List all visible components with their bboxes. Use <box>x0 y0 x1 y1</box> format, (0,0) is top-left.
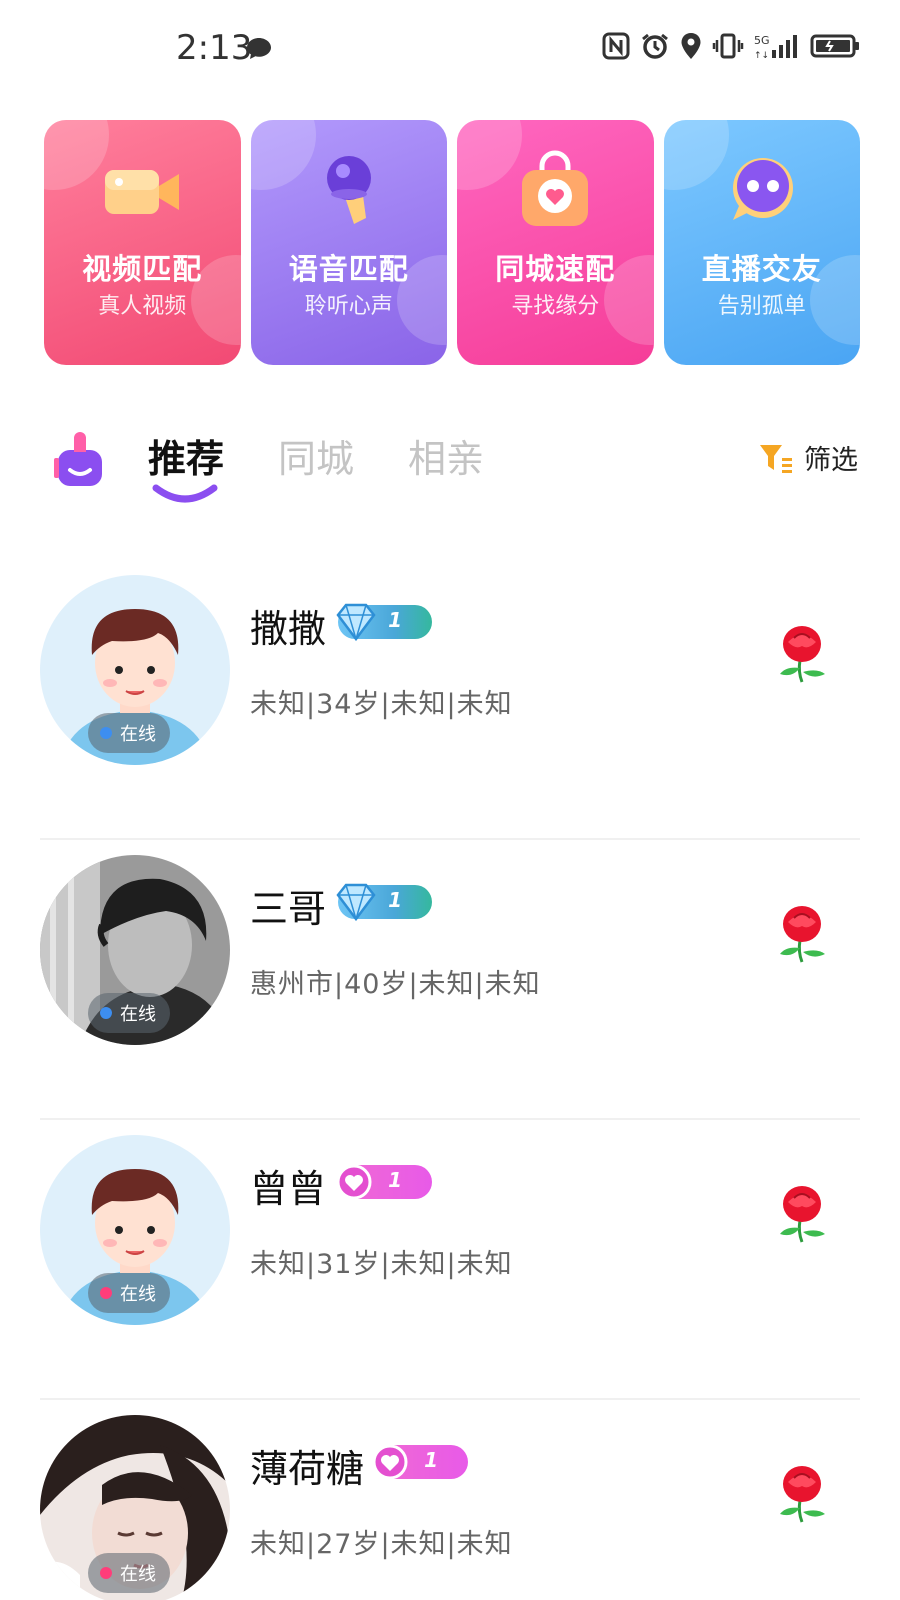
battery-icon <box>810 32 860 60</box>
user-info: 未知|34岁|未知|未知 <box>250 689 513 720</box>
video-match-card[interactable]: 视频匹配 真人视频 <box>44 120 241 365</box>
online-label: 在线 <box>120 1284 156 1305</box>
thumbs-up-logo-icon <box>54 432 102 486</box>
tab-recommend[interactable]: 推荐 <box>148 428 224 483</box>
heart-gem-icon <box>336 1164 372 1200</box>
message-icon <box>246 36 272 64</box>
5g-signal-icon: 5G ↑↓ <box>754 32 800 60</box>
rose-icon[interactable] <box>770 1180 834 1244</box>
online-label: 在线 <box>120 724 156 745</box>
live-friend-card[interactable]: 直播交友 告别孤单 <box>663 120 860 365</box>
card-subtitle: 告别孤单 <box>717 294 806 319</box>
card-title: 同城速配 <box>495 252 616 286</box>
chat-bubble-icon <box>732 158 793 220</box>
diamond-icon <box>336 883 376 922</box>
online-dot <box>100 1007 112 1019</box>
status-bar: 2:13 5G ↑↓ <box>0 0 900 100</box>
vip-badge: 1 <box>336 1164 432 1200</box>
vibrate-icon <box>712 32 744 60</box>
online-status: 在线 <box>88 1553 170 1593</box>
svg-text:5G: 5G <box>754 34 770 47</box>
user-name: 曾曾 <box>250 1167 327 1211</box>
avatar[interactable]: 在线 <box>40 855 230 1045</box>
online-dot <box>100 1287 112 1299</box>
video-camera-icon <box>105 170 180 214</box>
heart-bag-icon <box>522 150 589 226</box>
nfc-icon <box>602 32 630 60</box>
rose-icon[interactable] <box>770 620 834 684</box>
online-label: 在线 <box>120 1564 156 1585</box>
vip-badge: 1 <box>336 883 432 922</box>
active-tab-indicator <box>152 484 218 503</box>
user-row[interactable]: 在线 曾曾 1 未知|31岁|未知|未知 <box>0 1120 900 1400</box>
svg-text:↑↓: ↑↓ <box>754 51 769 60</box>
user-name: 三哥 <box>250 887 327 931</box>
feature-cards: 视频匹配 真人视频 语音匹配 聆听心声 同城速配 寻找缘分 直播交友 告别孤单 <box>44 120 860 365</box>
card-title: 语音匹配 <box>288 252 409 286</box>
status-icons: 5G ↑↓ <box>602 32 860 60</box>
tab-bar: 推荐 同城 相亲 筛选 <box>0 420 900 520</box>
status-time: 2:13 <box>176 28 253 68</box>
user-row[interactable]: 在线 薄荷糖 1 未知|27岁|未知|未知 <box>0 1400 900 1600</box>
user-info: 惠州市|40岁|未知|未知 <box>250 969 541 1000</box>
city-match-card[interactable]: 同城速配 寻找缘分 <box>457 120 654 365</box>
online-dot <box>100 727 112 739</box>
filter-label: 筛选 <box>804 445 858 476</box>
card-subtitle: 真人视频 <box>98 294 187 319</box>
card-subtitle: 聆听心声 <box>304 294 393 319</box>
rose-icon[interactable] <box>770 1460 834 1524</box>
vip-level: 1 <box>424 1448 438 1472</box>
user-name: 薄荷糖 <box>250 1447 365 1491</box>
vip-badge: 1 <box>372 1444 468 1480</box>
user-list: 在线 撒撒 1 未知|34岁|未知|未知 在线 三哥 1 惠州市|40岁|未知|… <box>0 560 900 1600</box>
heart-gem-icon <box>372 1444 408 1480</box>
vip-level: 1 <box>388 1168 402 1192</box>
tab-same-city[interactable]: 同城 <box>278 428 354 483</box>
card-subtitle: 寻找缘分 <box>511 294 600 319</box>
filter-icon <box>760 444 792 473</box>
card-title: 直播交友 <box>701 252 822 286</box>
filter-button[interactable]: 筛选 <box>758 438 858 477</box>
online-status: 在线 <box>88 1273 170 1313</box>
online-status: 在线 <box>88 713 170 753</box>
user-name: 撒撒 <box>250 607 327 651</box>
online-status: 在线 <box>88 993 170 1033</box>
microphone-icon <box>326 156 371 224</box>
online-label: 在线 <box>120 1004 156 1025</box>
card-title: 视频匹配 <box>82 252 203 286</box>
vip-badge: 1 <box>336 603 432 642</box>
tab-blind-date[interactable]: 相亲 <box>408 428 484 483</box>
diamond-icon <box>336 603 376 642</box>
alarm-icon <box>640 32 670 60</box>
user-row[interactable]: 在线 撒撒 1 未知|34岁|未知|未知 <box>0 560 900 840</box>
vip-level: 1 <box>388 608 402 632</box>
online-dot <box>100 1567 112 1579</box>
voice-match-card[interactable]: 语音匹配 聆听心声 <box>250 120 447 365</box>
user-info: 未知|31岁|未知|未知 <box>250 1249 513 1280</box>
user-row[interactable]: 在线 三哥 1 惠州市|40岁|未知|未知 <box>0 840 900 1120</box>
avatar[interactable]: 在线 <box>40 1415 230 1600</box>
rose-icon[interactable] <box>770 900 834 964</box>
vip-level: 1 <box>388 888 402 912</box>
avatar[interactable]: 在线 <box>40 575 230 765</box>
avatar[interactable]: 在线 <box>40 1135 230 1325</box>
location-icon <box>680 32 702 60</box>
user-info: 未知|27岁|未知|未知 <box>250 1529 513 1560</box>
